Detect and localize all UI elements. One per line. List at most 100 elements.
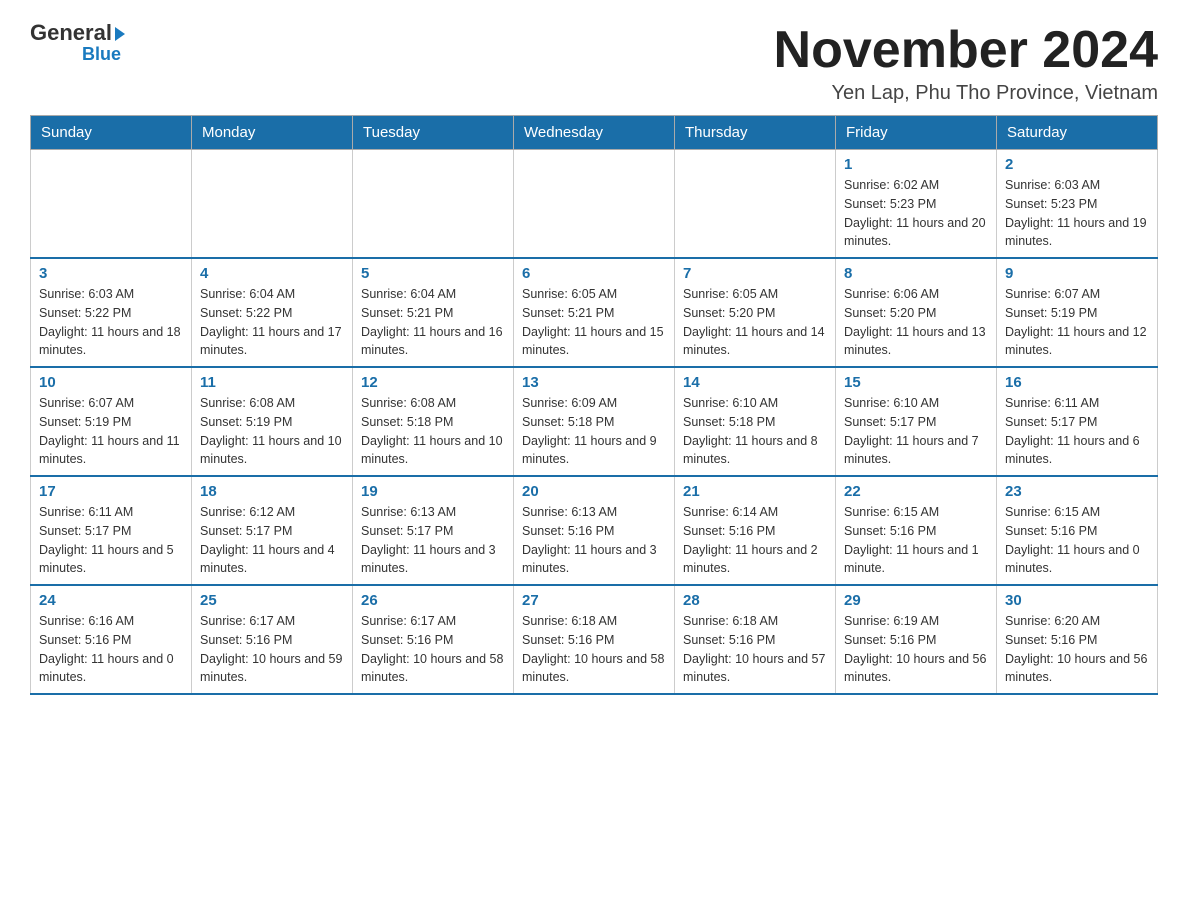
day-number: 22 (844, 483, 988, 500)
day-cell (514, 150, 675, 259)
day-cell: 9Sunrise: 6:07 AMSunset: 5:19 PMDaylight… (997, 258, 1158, 367)
day-cell: 5Sunrise: 6:04 AMSunset: 5:21 PMDaylight… (353, 258, 514, 367)
day-number: 6 (522, 265, 666, 282)
day-cell: 14Sunrise: 6:10 AMSunset: 5:18 PMDayligh… (675, 367, 836, 476)
day-cell: 1 Sunrise: 6:02 AMSunset: 5:23 PMDaylight… (836, 150, 997, 259)
day-detail: Sunrise: 6:18 AMSunset: 5:16 PMDaylight:… (683, 612, 827, 687)
calendar-header-row: SundayMondayTuesdayWednesdayThursdayFrid… (31, 116, 1158, 150)
day-detail: Sunrise: 6:11 AMSunset: 5:17 PMDaylight:… (1005, 394, 1149, 469)
day-detail: Sunrise: 6:18 AMSunset: 5:16 PMDaylight:… (522, 612, 666, 687)
day-cell: 11Sunrise: 6:08 AMSunset: 5:19 PMDayligh… (192, 367, 353, 476)
logo-text: General (30, 20, 125, 46)
day-cell: 29 Sunrise: 6:19 AMSunset: 5:16 PMDayligh… (836, 585, 997, 694)
page-header: General Blue November 2024 Yen Lap, Phu … (30, 20, 1158, 105)
day-detail: Sunrise: 6:13 AMSunset: 5:16 PMDaylight:… (522, 503, 666, 578)
day-detail: Sunrise: 6:09 AMSunset: 5:18 PMDaylight:… (522, 394, 666, 469)
day-cell (353, 150, 514, 259)
day-number: 1 (844, 156, 988, 173)
day-detail: Sunrise: 6:20 AMSunset: 5:16 PMDaylight:… (1005, 612, 1149, 687)
day-number: 2 (1005, 156, 1149, 173)
day-cell: 12Sunrise: 6:08 AMSunset: 5:18 PMDayligh… (353, 367, 514, 476)
day-number: 18 (200, 483, 344, 500)
day-number: 3 (39, 265, 183, 282)
weekday-header-friday: Friday (836, 116, 997, 150)
day-number: 30 (1005, 592, 1149, 609)
day-detail: Sunrise: 6:02 AMSunset: 5:23 PMDaylight:… (844, 176, 988, 251)
day-detail: Sunrise: 6:04 AMSunset: 5:21 PMDaylight:… (361, 285, 505, 360)
week-row-5: 24 Sunrise: 6:16 AMSunset: 5:16 PMDayligh… (31, 585, 1158, 694)
logo-arrow-icon (115, 27, 125, 41)
day-cell: 18 Sunrise: 6:12 AMSunset: 5:17 PMDayligh… (192, 476, 353, 585)
day-cell: 26 Sunrise: 6:17 AMSunset: 5:16 PMDayligh… (353, 585, 514, 694)
day-cell: 3 Sunrise: 6:03 AMSunset: 5:22 PMDaylight… (31, 258, 192, 367)
day-number: 12 (361, 374, 505, 391)
day-number: 19 (361, 483, 505, 500)
day-cell: 13 Sunrise: 6:09 AMSunset: 5:18 PMDayligh… (514, 367, 675, 476)
day-number: 15 (844, 374, 988, 391)
weekday-header-thursday: Thursday (675, 116, 836, 150)
day-cell (31, 150, 192, 259)
calendar-table: SundayMondayTuesdayWednesdayThursdayFrid… (30, 115, 1158, 695)
month-title: November 2024 (774, 20, 1158, 80)
day-detail: Sunrise: 6:07 AMSunset: 5:19 PMDaylight:… (39, 394, 183, 469)
day-cell (675, 150, 836, 259)
day-number: 17 (39, 483, 183, 500)
day-number: 20 (522, 483, 666, 500)
weekday-header-saturday: Saturday (997, 116, 1158, 150)
day-cell: 27 Sunrise: 6:18 AMSunset: 5:16 PMDayligh… (514, 585, 675, 694)
day-cell: 28Sunrise: 6:18 AMSunset: 5:16 PMDayligh… (675, 585, 836, 694)
day-detail: Sunrise: 6:19 AMSunset: 5:16 PMDaylight:… (844, 612, 988, 687)
day-number: 23 (1005, 483, 1149, 500)
day-detail: Sunrise: 6:07 AMSunset: 5:19 PMDaylight:… (1005, 285, 1149, 360)
location: Yen Lap, Phu Tho Province, Vietnam (774, 82, 1158, 105)
day-cell: 23Sunrise: 6:15 AMSunset: 5:16 PMDayligh… (997, 476, 1158, 585)
day-number: 13 (522, 374, 666, 391)
day-cell: 10Sunrise: 6:07 AMSunset: 5:19 PMDayligh… (31, 367, 192, 476)
day-detail: Sunrise: 6:17 AMSunset: 5:16 PMDaylight:… (200, 612, 344, 687)
day-number: 25 (200, 592, 344, 609)
day-cell: 21 Sunrise: 6:14 AMSunset: 5:16 PMDayligh… (675, 476, 836, 585)
day-number: 11 (200, 374, 344, 391)
day-number: 21 (683, 483, 827, 500)
day-detail: Sunrise: 6:12 AMSunset: 5:17 PMDaylight:… (200, 503, 344, 578)
week-row-3: 10Sunrise: 6:07 AMSunset: 5:19 PMDayligh… (31, 367, 1158, 476)
day-cell: 15Sunrise: 6:10 AMSunset: 5:17 PMDayligh… (836, 367, 997, 476)
day-number: 8 (844, 265, 988, 282)
day-number: 29 (844, 592, 988, 609)
week-row-4: 17Sunrise: 6:11 AMSunset: 5:17 PMDayligh… (31, 476, 1158, 585)
day-cell: 17Sunrise: 6:11 AMSunset: 5:17 PMDayligh… (31, 476, 192, 585)
day-detail: Sunrise: 6:03 AMSunset: 5:23 PMDaylight:… (1005, 176, 1149, 251)
weekday-header-monday: Monday (192, 116, 353, 150)
day-number: 7 (683, 265, 827, 282)
weekday-header-sunday: Sunday (31, 116, 192, 150)
day-detail: Sunrise: 6:04 AMSunset: 5:22 PMDaylight:… (200, 285, 344, 360)
day-detail: Sunrise: 6:16 AMSunset: 5:16 PMDaylight:… (39, 612, 183, 687)
day-cell: 8 Sunrise: 6:06 AMSunset: 5:20 PMDaylight… (836, 258, 997, 367)
day-detail: Sunrise: 6:17 AMSunset: 5:16 PMDaylight:… (361, 612, 505, 687)
day-detail: Sunrise: 6:05 AMSunset: 5:20 PMDaylight:… (683, 285, 827, 360)
day-number: 24 (39, 592, 183, 609)
day-cell (192, 150, 353, 259)
day-cell: 24 Sunrise: 6:16 AMSunset: 5:16 PMDayligh… (31, 585, 192, 694)
day-cell: 19Sunrise: 6:13 AMSunset: 5:17 PMDayligh… (353, 476, 514, 585)
weekday-header-wednesday: Wednesday (514, 116, 675, 150)
day-number: 16 (1005, 374, 1149, 391)
day-cell: 7 Sunrise: 6:05 AMSunset: 5:20 PMDaylight… (675, 258, 836, 367)
day-detail: Sunrise: 6:10 AMSunset: 5:18 PMDaylight:… (683, 394, 827, 469)
week-row-2: 3 Sunrise: 6:03 AMSunset: 5:22 PMDaylight… (31, 258, 1158, 367)
day-detail: Sunrise: 6:05 AMSunset: 5:21 PMDaylight:… (522, 285, 666, 360)
day-cell: 22 Sunrise: 6:15 AMSunset: 5:16 PMDayligh… (836, 476, 997, 585)
day-detail: Sunrise: 6:14 AMSunset: 5:16 PMDaylight:… (683, 503, 827, 578)
day-cell: 20 Sunrise: 6:13 AMSunset: 5:16 PMDayligh… (514, 476, 675, 585)
day-number: 27 (522, 592, 666, 609)
day-detail: Sunrise: 6:03 AMSunset: 5:22 PMDaylight:… (39, 285, 183, 360)
weekday-header-tuesday: Tuesday (353, 116, 514, 150)
logo-general: General (30, 20, 112, 46)
day-number: 26 (361, 592, 505, 609)
day-cell: 25 Sunrise: 6:17 AMSunset: 5:16 PMDayligh… (192, 585, 353, 694)
logo: General Blue (30, 20, 125, 65)
day-detail: Sunrise: 6:15 AMSunset: 5:16 PMDaylight:… (844, 503, 988, 578)
day-cell: 4Sunrise: 6:04 AMSunset: 5:22 PMDaylight… (192, 258, 353, 367)
week-row-1: 1 Sunrise: 6:02 AMSunset: 5:23 PMDaylight… (31, 150, 1158, 259)
day-detail: Sunrise: 6:06 AMSunset: 5:20 PMDaylight:… (844, 285, 988, 360)
